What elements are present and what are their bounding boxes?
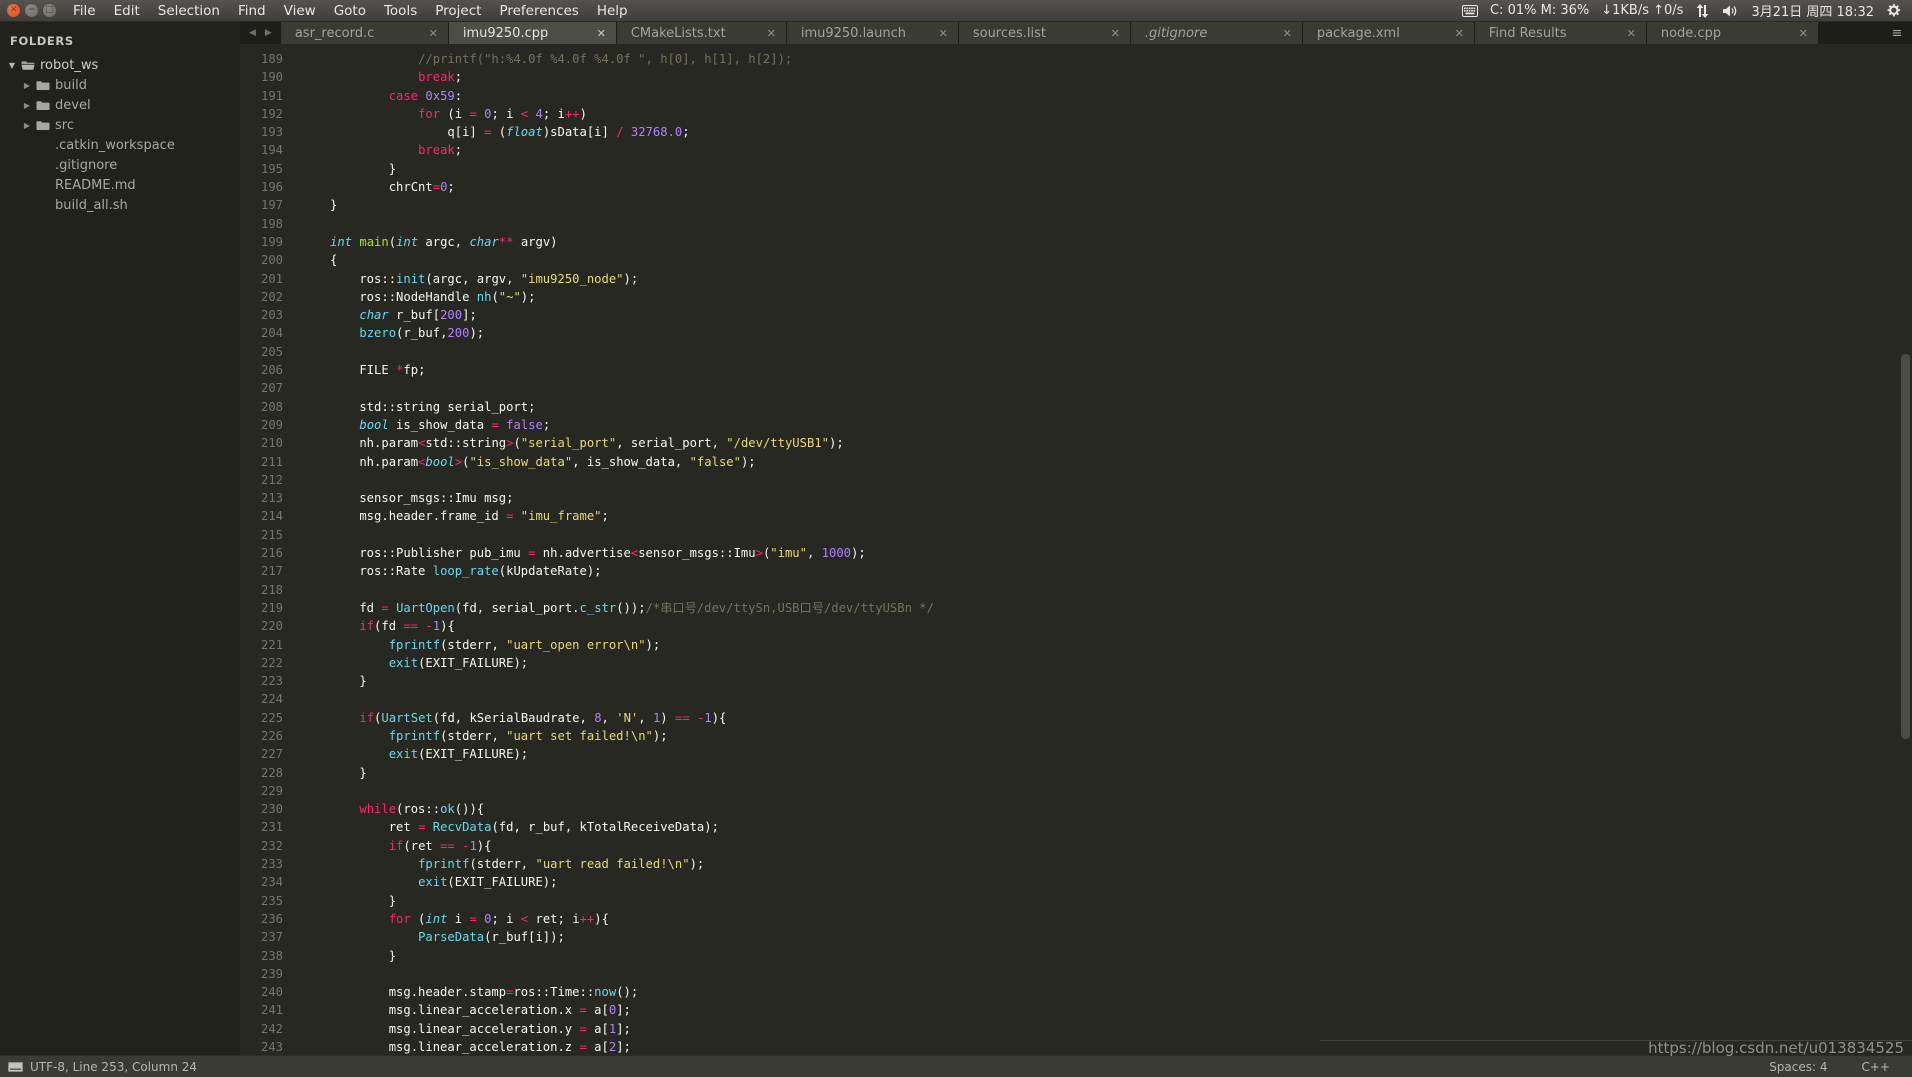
sidebar-header: FOLDERS xyxy=(10,34,74,48)
system-monitor-indicator[interactable]: C: 01% M: 36% xyxy=(1484,0,1595,22)
sidebar-folder-build[interactable]: ▶ build xyxy=(0,75,240,95)
tab-sources-list[interactable]: sources.list ✕ xyxy=(958,22,1131,44)
chevron-right-icon[interactable]: ▶ xyxy=(20,81,34,90)
sidebar-folder-devel[interactable]: ▶ devel xyxy=(0,95,240,115)
menu-goto[interactable]: Goto xyxy=(325,0,375,22)
tab-prev-icon[interactable]: ◀ xyxy=(249,28,256,38)
menu-bar: File Edit Selection Find View Goto Tools… xyxy=(64,0,637,22)
close-icon[interactable]: ✕ xyxy=(1283,27,1292,40)
close-icon[interactable]: ✕ xyxy=(429,27,438,40)
code-scroll-area[interactable]: 189 //printf("h:%4.0f %4.0f %4.0f ", h[0… xyxy=(240,44,1912,1055)
status-bar: UTF-8, Line 253, Column 24 Spaces: 4 C++ xyxy=(0,1055,1912,1077)
sidebar: FOLDERS ▼ robot_ws ▶ build ▶ devel ▶ src… xyxy=(0,22,240,1077)
sublime-text-window: FOLDERS ▼ robot_ws ▶ build ▶ devel ▶ src… xyxy=(0,22,1912,1077)
sidebar-file-label: build_all.sh xyxy=(55,197,128,213)
tab-label: CMakeLists.txt xyxy=(630,25,726,41)
code-editor[interactable]: 189 //printf("h:%4.0f %4.0f %4.0f ", h[0… xyxy=(240,44,1912,1055)
window-close-button[interactable]: ✕ xyxy=(7,4,20,17)
tab-imu9250-launch[interactable]: imu9250.launch ✕ xyxy=(786,22,959,44)
sidebar-folder-robot-ws[interactable]: ▼ robot_ws xyxy=(0,55,240,75)
tab-package-xml[interactable]: package.xml ✕ xyxy=(1302,22,1475,44)
tab-next-icon[interactable]: ▶ xyxy=(265,28,272,38)
close-icon[interactable]: ✕ xyxy=(597,27,606,40)
tab-label: asr_record.c xyxy=(294,25,375,41)
close-icon[interactable]: ✕ xyxy=(1455,27,1464,40)
close-icon[interactable]: ✕ xyxy=(1799,27,1808,40)
tab-label: imu9250.launch xyxy=(800,25,907,41)
volume-icon[interactable] xyxy=(1716,0,1745,22)
tab-label: .gitignore xyxy=(1144,25,1208,41)
tab-imu9250-cpp[interactable]: imu9250.cpp ✕ xyxy=(448,22,617,44)
folder-icon xyxy=(34,100,51,111)
tab-find-results[interactable]: Find Results ✕ xyxy=(1474,22,1647,44)
tab-label: Find Results xyxy=(1488,25,1567,41)
folder-open-icon xyxy=(19,60,36,71)
tab-scroll-controls: ◀ ▶ xyxy=(240,22,281,44)
gear-power-icon[interactable] xyxy=(1880,0,1907,22)
tab-bar: ◀ ▶ asr_record.c ✕ imu9250.cpp ✕ CMakeLi… xyxy=(240,22,1912,44)
watermark-rule xyxy=(1320,1040,1912,1041)
status-right-group: Spaces: 4 C++ xyxy=(1769,1060,1912,1074)
network-speed-indicator[interactable]: ↓1KB/s ↑0/s xyxy=(1595,0,1689,22)
close-icon[interactable]: ✕ xyxy=(939,27,948,40)
folder-icon xyxy=(34,120,51,131)
menu-file[interactable]: File xyxy=(64,0,105,22)
keyboard-icon[interactable] xyxy=(1456,0,1484,22)
sidebar-file-readme[interactable]: README.md xyxy=(0,175,240,195)
window-maximize-button[interactable]: □ xyxy=(43,4,56,17)
close-icon[interactable]: ✕ xyxy=(1627,27,1636,40)
sidebar-file-label: README.md xyxy=(55,177,136,193)
tab-gitignore[interactable]: .gitignore ✕ xyxy=(1130,22,1303,44)
tab-label: imu9250.cpp xyxy=(462,25,549,41)
tab-label: package.xml xyxy=(1316,25,1400,41)
sidebar-folder-label: robot_ws xyxy=(40,57,99,73)
syntax-mode[interactable]: C++ xyxy=(1862,1060,1891,1074)
close-icon[interactable]: ✕ xyxy=(767,27,776,40)
chevron-right-icon[interactable]: ▶ xyxy=(20,101,34,110)
tab-label: node.cpp xyxy=(1660,25,1722,41)
minimize-icon: − xyxy=(27,5,36,15)
sidebar-file-gitignore[interactable]: .gitignore xyxy=(0,155,240,175)
sidebar-folder-src[interactable]: ▶ src xyxy=(0,115,240,135)
tab-asr-record-c[interactable]: asr_record.c ✕ xyxy=(280,22,449,44)
sidebar-folder-label: build xyxy=(55,77,87,93)
encoding-and-position[interactable]: UTF-8, Line 253, Column 24 xyxy=(30,1060,197,1074)
chevron-right-icon[interactable]: ▶ xyxy=(20,121,34,130)
tab-label: sources.list xyxy=(972,25,1047,41)
menu-preferences[interactable]: Preferences xyxy=(490,0,587,22)
menu-find[interactable]: Find xyxy=(229,0,275,22)
menu-selection[interactable]: Selection xyxy=(149,0,229,22)
menu-project[interactable]: Project xyxy=(426,0,490,22)
menu-edit[interactable]: Edit xyxy=(105,0,149,22)
sidebar-file-catkin-workspace[interactable]: .catkin_workspace xyxy=(0,135,240,155)
sidebar-file-build-all[interactable]: build_all.sh xyxy=(0,195,240,215)
tab-overflow-menu-icon[interactable]: ≡ xyxy=(1882,22,1912,44)
indentation-setting[interactable]: Spaces: 4 xyxy=(1769,1060,1827,1074)
maximize-icon: □ xyxy=(45,5,54,15)
sidebar-file-label: .gitignore xyxy=(55,157,118,173)
window-controls: ✕ − □ xyxy=(0,4,64,17)
network-updown-icon[interactable] xyxy=(1689,0,1716,22)
sidebar-file-label: .catkin_workspace xyxy=(55,137,175,153)
tab-cmakelists-txt[interactable]: CMakeLists.txt ✕ xyxy=(616,22,787,44)
clock-indicator[interactable]: 3月21日 周四 18:32 xyxy=(1745,0,1880,22)
close-icon[interactable]: ✕ xyxy=(1111,27,1120,40)
sidebar-folder-label: src xyxy=(55,117,74,133)
code-content[interactable]: 189 //printf("h:%4.0f %4.0f %4.0f ", h[0… xyxy=(240,44,1912,1055)
system-tray: C: 01% M: 36% ↓1KB/s ↑0/s 3月21日 周四 18:32 xyxy=(1456,0,1912,22)
vertical-scrollbar[interactable] xyxy=(1901,354,1910,739)
status-left-group: UTF-8, Line 253, Column 24 xyxy=(0,1060,197,1074)
sidebar-folder-label: devel xyxy=(55,97,91,113)
folder-icon xyxy=(34,80,51,91)
tab-node-cpp[interactable]: node.cpp ✕ xyxy=(1646,22,1819,44)
chevron-down-icon[interactable]: ▼ xyxy=(5,61,19,70)
desktop-top-panel: ✕ − □ File Edit Selection Find View Goto… xyxy=(0,0,1912,22)
menu-tools[interactable]: Tools xyxy=(375,0,426,22)
menu-view[interactable]: View xyxy=(275,0,325,22)
menu-help[interactable]: Help xyxy=(588,0,637,22)
window-minimize-button[interactable]: − xyxy=(25,4,38,17)
close-icon: ✕ xyxy=(9,5,18,15)
keyboard-icon xyxy=(8,1061,23,1072)
